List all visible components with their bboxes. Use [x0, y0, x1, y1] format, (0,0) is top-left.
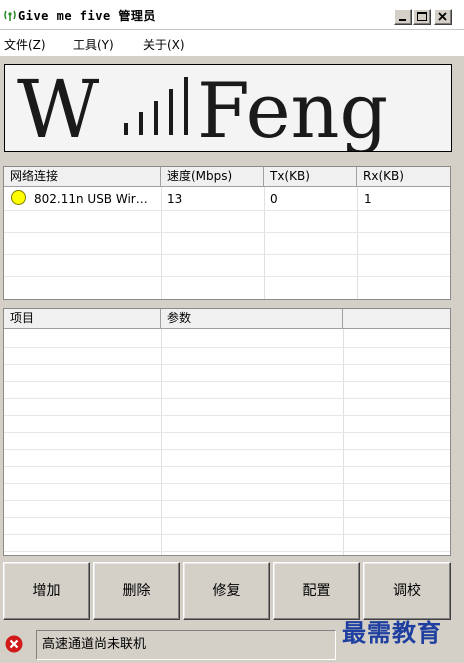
- minimize-icon: [399, 19, 406, 21]
- column-header-rx[interactable]: Rx(KB): [357, 167, 450, 187]
- menu-about[interactable]: 关于(X): [143, 36, 185, 53]
- title-bar: Give me five 管理员: [0, 0, 464, 30]
- row-divider: [4, 466, 450, 467]
- row-divider: [4, 254, 450, 255]
- connection-list[interactable]: 网络连接 速度(Mbps) Tx(KB) Rx(KB) 802.11n USB …: [3, 166, 451, 300]
- column-header-tx[interactable]: Tx(KB): [264, 167, 357, 187]
- maximize-button[interactable]: [413, 9, 431, 25]
- column-header-item[interactable]: 项目: [4, 309, 161, 329]
- repair-button[interactable]: 修复: [183, 562, 270, 620]
- connection-rx: 1: [364, 192, 372, 206]
- wifi-antenna-icon: [4, 10, 16, 21]
- connection-speed: 13: [167, 192, 183, 206]
- row-divider: [4, 232, 450, 233]
- column-header-extra[interactable]: [343, 309, 450, 329]
- tune-button[interactable]: 调校: [363, 562, 451, 620]
- close-icon: [438, 12, 447, 21]
- table-row[interactable]: 802.11n USB Wir… 13 0 1: [4, 188, 450, 210]
- row-divider: [4, 517, 450, 518]
- row-divider: [4, 551, 450, 552]
- svg-text:Feng: Feng: [197, 66, 388, 151]
- action-toolbar: 增加 删除 修复 配置 调校: [0, 560, 464, 620]
- row-divider: [4, 347, 450, 348]
- maximize-icon: [417, 12, 427, 21]
- close-button[interactable]: [434, 9, 452, 25]
- row-divider: [4, 432, 450, 433]
- connection-tx: 0: [270, 192, 278, 206]
- column-header-connection[interactable]: 网络连接: [4, 167, 161, 187]
- watermark-text: 最需教育: [342, 618, 442, 647]
- wifeng-logo: W Feng: [17, 65, 388, 151]
- row-divider: [4, 415, 450, 416]
- configure-button[interactable]: 配置: [273, 562, 360, 620]
- error-icon: [5, 635, 23, 653]
- status-message: 高速通道尚未联机: [36, 630, 336, 660]
- row-divider: [4, 500, 450, 501]
- window-title: Give me five 管理员: [18, 9, 156, 23]
- connection-status-icon: [11, 190, 26, 205]
- minimize-button[interactable]: [394, 9, 412, 25]
- menu-tools[interactable]: 工具(Y): [73, 36, 114, 53]
- delete-button[interactable]: 删除: [93, 562, 180, 620]
- logo-banner: W Feng: [4, 64, 452, 152]
- column-header-speed[interactable]: 速度(Mbps): [161, 167, 264, 187]
- menu-bar: 文件(Z) 工具(Y) 关于(X): [0, 30, 464, 56]
- row-divider: [4, 398, 450, 399]
- row-divider: [4, 381, 450, 382]
- add-button[interactable]: 增加: [3, 562, 90, 620]
- row-divider: [4, 210, 450, 211]
- connection-name: 802.11n USB Wir…: [34, 192, 148, 206]
- row-divider: [4, 276, 450, 277]
- svg-text:W: W: [17, 65, 99, 151]
- column-header-parameter[interactable]: 参数: [161, 309, 343, 329]
- row-divider: [4, 449, 450, 450]
- menu-file[interactable]: 文件(Z): [4, 36, 46, 53]
- signal-bars-icon: [124, 77, 188, 135]
- detail-list[interactable]: 项目 参数: [3, 308, 451, 556]
- row-divider: [4, 364, 450, 365]
- row-divider: [4, 483, 450, 484]
- row-divider: [4, 534, 450, 535]
